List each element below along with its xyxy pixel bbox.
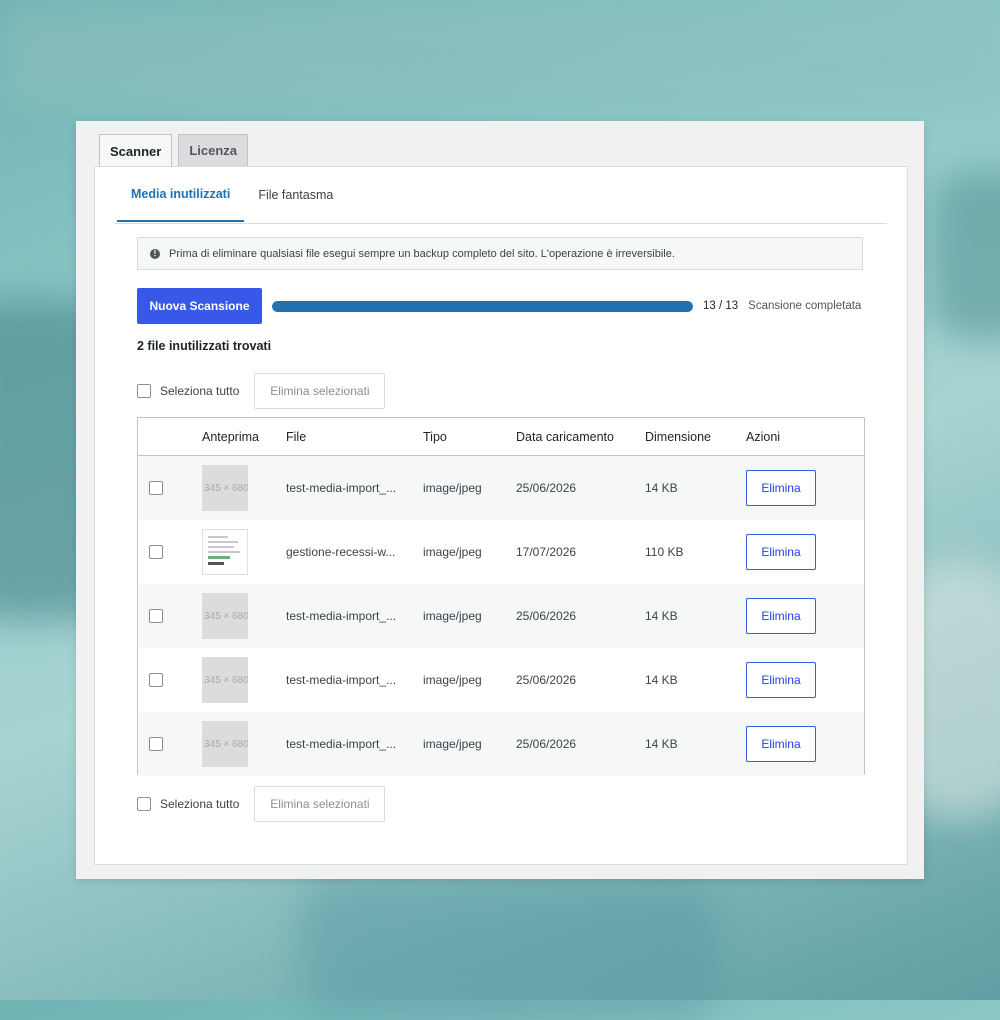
- file-size: 14 KB: [645, 673, 678, 687]
- table-row: 345 × 680 test-media-import_... image/jp…: [138, 456, 864, 520]
- upload-date: 17/07/2026: [516, 545, 577, 559]
- subtab-media-inutilizzati[interactable]: Media inutilizzati: [117, 167, 245, 222]
- upload-date: 25/06/2026: [516, 481, 577, 495]
- file-type: image/jpeg: [423, 545, 482, 559]
- table-body: 345 × 680 test-media-import_... image/jp…: [138, 456, 864, 776]
- header-actions: Azioni: [746, 429, 781, 444]
- image-placeholder-thumbnail: 345 × 680: [202, 465, 248, 511]
- notice-text: Prima di eliminare qualsiasi file esegui…: [169, 247, 675, 260]
- upload-date: 25/06/2026: [516, 609, 577, 623]
- upload-date: 25/06/2026: [516, 673, 577, 687]
- delete-selected-button-bottom[interactable]: Elimina selezionati: [254, 786, 386, 822]
- tab-scanner[interactable]: Scanner: [99, 134, 173, 167]
- image-placeholder-thumbnail: 345 × 680: [202, 593, 248, 639]
- main-tabs: Scanner Licenza: [99, 134, 248, 167]
- table-row: 345 × 680 test-media-import_... image/jp…: [138, 712, 864, 776]
- results-title: 2 file inutilizzati trovati: [137, 339, 272, 353]
- file-name: gestione-recessi-w...: [286, 545, 396, 559]
- scan-progress-bar: [272, 300, 693, 312]
- scan-status: Scansione completata: [748, 300, 862, 312]
- subtab-file-fantasma[interactable]: File fantasma: [244, 167, 347, 222]
- delete-selected-button[interactable]: Elimina selezionati: [254, 373, 386, 409]
- exclamation-circle-icon: !: [150, 248, 160, 259]
- new-scan-button[interactable]: Nuova Scansione: [137, 288, 262, 324]
- background-arm: [300, 880, 720, 1020]
- delete-button[interactable]: Elimina: [746, 662, 816, 698]
- file-type: image/jpeg: [423, 737, 482, 751]
- row-checkbox[interactable]: [149, 609, 163, 623]
- header-type: Tipo: [423, 429, 447, 444]
- scanner-card: Media inutilizzati File fantasma ! Prima…: [94, 166, 908, 865]
- table-header: Anteprima File Tipo Data caricamento Dim…: [138, 418, 864, 456]
- file-size: 14 KB: [645, 609, 678, 623]
- unused-media-table: Anteprima File Tipo Data caricamento Dim…: [137, 417, 865, 776]
- delete-button[interactable]: Elimina: [746, 470, 816, 506]
- table-row: gestione-recessi-w... image/jpeg 17/07/2…: [138, 520, 864, 584]
- delete-button[interactable]: Elimina: [746, 726, 816, 762]
- plugin-panel: Scanner Licenza Media inutilizzati File …: [76, 121, 924, 879]
- delete-button[interactable]: Elimina: [746, 598, 816, 634]
- bulk-actions-top: Seleziona tutto Elimina selezionati: [137, 373, 386, 409]
- table-row: 345 × 680 test-media-import_... image/jp…: [138, 584, 864, 648]
- file-name: test-media-import_...: [286, 737, 397, 751]
- header-date: Data caricamento: [516, 429, 614, 444]
- tab-licenza[interactable]: Licenza: [178, 134, 248, 166]
- background-pen-holder: [930, 170, 1000, 340]
- background-top: [0, 0, 1000, 110]
- file-name: test-media-import_...: [286, 481, 397, 495]
- image-placeholder-thumbnail: 345 × 680: [202, 657, 248, 703]
- select-all-checkbox[interactable]: [137, 384, 151, 398]
- sub-tabs: Media inutilizzati File fantasma: [115, 167, 887, 224]
- upload-date: 25/06/2026: [516, 737, 577, 751]
- row-checkbox[interactable]: [149, 545, 163, 559]
- header-preview: Anteprima: [202, 429, 259, 444]
- file-name: test-media-import_...: [286, 673, 397, 687]
- file-type: image/jpeg: [423, 481, 482, 495]
- image-placeholder-thumbnail: 345 × 680: [202, 721, 248, 767]
- select-all-checkbox-bottom[interactable]: [137, 797, 151, 811]
- table-row: 345 × 680 test-media-import_... image/jp…: [138, 648, 864, 712]
- delete-button[interactable]: Elimina: [746, 534, 816, 570]
- bulk-actions-bottom: Seleziona tutto Elimina selezionati: [137, 786, 386, 822]
- row-checkbox[interactable]: [149, 481, 163, 495]
- select-all-label: Seleziona tutto: [160, 384, 240, 398]
- backup-notice: ! Prima di eliminare qualsiasi file eseg…: [137, 237, 863, 270]
- file-type: image/jpeg: [423, 609, 482, 623]
- select-all-label-bottom: Seleziona tutto: [160, 797, 240, 811]
- scan-progress-fill: [272, 300, 693, 312]
- file-name: test-media-import_...: [286, 609, 397, 623]
- file-size: 14 KB: [645, 481, 678, 495]
- header-size: Dimensione: [645, 429, 712, 444]
- scan-count: 13 / 13: [703, 300, 739, 312]
- row-checkbox[interactable]: [149, 737, 163, 751]
- file-size: 14 KB: [645, 737, 678, 751]
- file-size: 110 KB: [645, 545, 684, 559]
- header-file: File: [286, 429, 307, 444]
- file-type: image/jpeg: [423, 673, 482, 687]
- document-thumbnail: [202, 529, 248, 575]
- row-checkbox[interactable]: [149, 673, 163, 687]
- scan-row: Nuova Scansione 13 / 13 Scansione comple…: [137, 288, 865, 324]
